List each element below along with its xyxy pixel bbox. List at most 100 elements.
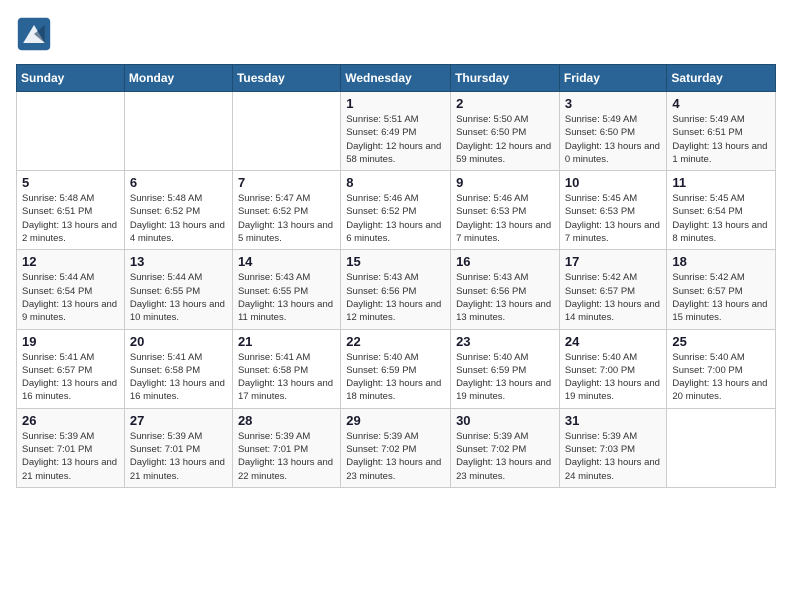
- day-info: Sunrise: 5:39 AM Sunset: 7:01 PM Dayligh…: [130, 430, 227, 483]
- day-number: 21: [238, 334, 335, 349]
- weekday-header-tuesday: Tuesday: [232, 65, 340, 92]
- day-info: Sunrise: 5:44 AM Sunset: 6:55 PM Dayligh…: [130, 271, 227, 324]
- day-number: 5: [22, 175, 119, 190]
- calendar-cell: [667, 408, 776, 487]
- weekday-header-thursday: Thursday: [451, 65, 560, 92]
- day-info: Sunrise: 5:49 AM Sunset: 6:51 PM Dayligh…: [672, 113, 770, 166]
- day-info: Sunrise: 5:48 AM Sunset: 6:52 PM Dayligh…: [130, 192, 227, 245]
- day-info: Sunrise: 5:43 AM Sunset: 6:56 PM Dayligh…: [456, 271, 554, 324]
- calendar-week-row: 26 Sunrise: 5:39 AM Sunset: 7:01 PM Dayli…: [17, 408, 776, 487]
- calendar-cell: 28 Sunrise: 5:39 AM Sunset: 7:01 PM Dayli…: [232, 408, 340, 487]
- day-info: Sunrise: 5:45 AM Sunset: 6:53 PM Dayligh…: [565, 192, 662, 245]
- calendar-table: SundayMondayTuesdayWednesdayThursdayFrid…: [16, 64, 776, 488]
- day-number: 16: [456, 254, 554, 269]
- day-info: Sunrise: 5:39 AM Sunset: 7:03 PM Dayligh…: [565, 430, 662, 483]
- calendar-week-row: 12 Sunrise: 5:44 AM Sunset: 6:54 PM Dayli…: [17, 250, 776, 329]
- day-number: 24: [565, 334, 662, 349]
- calendar-cell: 24 Sunrise: 5:40 AM Sunset: 7:00 PM Dayli…: [559, 329, 667, 408]
- day-info: Sunrise: 5:39 AM Sunset: 7:02 PM Dayligh…: [456, 430, 554, 483]
- calendar-body: 1 Sunrise: 5:51 AM Sunset: 6:49 PM Daylig…: [17, 92, 776, 488]
- day-number: 10: [565, 175, 662, 190]
- day-number: 29: [346, 413, 445, 428]
- day-number: 12: [22, 254, 119, 269]
- day-number: 26: [22, 413, 119, 428]
- day-info: Sunrise: 5:40 AM Sunset: 7:00 PM Dayligh…: [565, 351, 662, 404]
- day-info: Sunrise: 5:47 AM Sunset: 6:52 PM Dayligh…: [238, 192, 335, 245]
- calendar-cell: [124, 92, 232, 171]
- calendar-week-row: 5 Sunrise: 5:48 AM Sunset: 6:51 PM Daylig…: [17, 171, 776, 250]
- day-number: 14: [238, 254, 335, 269]
- day-number: 1: [346, 96, 445, 111]
- day-number: 27: [130, 413, 227, 428]
- day-number: 11: [672, 175, 770, 190]
- day-info: Sunrise: 5:40 AM Sunset: 6:59 PM Dayligh…: [456, 351, 554, 404]
- day-info: Sunrise: 5:40 AM Sunset: 7:00 PM Dayligh…: [672, 351, 770, 404]
- day-info: Sunrise: 5:50 AM Sunset: 6:50 PM Dayligh…: [456, 113, 554, 166]
- weekday-header-row: SundayMondayTuesdayWednesdayThursdayFrid…: [17, 65, 776, 92]
- day-number: 4: [672, 96, 770, 111]
- logo: [16, 16, 56, 52]
- calendar-cell: 3 Sunrise: 5:49 AM Sunset: 6:50 PM Daylig…: [559, 92, 667, 171]
- day-number: 25: [672, 334, 770, 349]
- calendar-cell: 19 Sunrise: 5:41 AM Sunset: 6:57 PM Dayli…: [17, 329, 125, 408]
- calendar-cell: 20 Sunrise: 5:41 AM Sunset: 6:58 PM Dayli…: [124, 329, 232, 408]
- day-number: 22: [346, 334, 445, 349]
- day-info: Sunrise: 5:42 AM Sunset: 6:57 PM Dayligh…: [672, 271, 770, 324]
- day-info: Sunrise: 5:49 AM Sunset: 6:50 PM Dayligh…: [565, 113, 662, 166]
- calendar-cell: 7 Sunrise: 5:47 AM Sunset: 6:52 PM Daylig…: [232, 171, 340, 250]
- calendar-cell: 4 Sunrise: 5:49 AM Sunset: 6:51 PM Daylig…: [667, 92, 776, 171]
- day-info: Sunrise: 5:41 AM Sunset: 6:58 PM Dayligh…: [238, 351, 335, 404]
- day-info: Sunrise: 5:46 AM Sunset: 6:53 PM Dayligh…: [456, 192, 554, 245]
- day-number: 30: [456, 413, 554, 428]
- day-number: 13: [130, 254, 227, 269]
- calendar-cell: 27 Sunrise: 5:39 AM Sunset: 7:01 PM Dayli…: [124, 408, 232, 487]
- day-number: 31: [565, 413, 662, 428]
- calendar-cell: 18 Sunrise: 5:42 AM Sunset: 6:57 PM Dayli…: [667, 250, 776, 329]
- weekday-header-monday: Monday: [124, 65, 232, 92]
- calendar-cell: 30 Sunrise: 5:39 AM Sunset: 7:02 PM Dayli…: [451, 408, 560, 487]
- day-number: 15: [346, 254, 445, 269]
- weekday-header-saturday: Saturday: [667, 65, 776, 92]
- day-number: 17: [565, 254, 662, 269]
- calendar-cell: 26 Sunrise: 5:39 AM Sunset: 7:01 PM Dayli…: [17, 408, 125, 487]
- day-info: Sunrise: 5:39 AM Sunset: 7:01 PM Dayligh…: [22, 430, 119, 483]
- weekday-header-wednesday: Wednesday: [341, 65, 451, 92]
- day-info: Sunrise: 5:41 AM Sunset: 6:58 PM Dayligh…: [130, 351, 227, 404]
- day-number: 3: [565, 96, 662, 111]
- calendar-cell: 23 Sunrise: 5:40 AM Sunset: 6:59 PM Dayli…: [451, 329, 560, 408]
- day-number: 18: [672, 254, 770, 269]
- calendar-cell: 5 Sunrise: 5:48 AM Sunset: 6:51 PM Daylig…: [17, 171, 125, 250]
- weekday-header-sunday: Sunday: [17, 65, 125, 92]
- day-number: 23: [456, 334, 554, 349]
- calendar-cell: 17 Sunrise: 5:42 AM Sunset: 6:57 PM Dayli…: [559, 250, 667, 329]
- calendar-cell: 8Sunrise: 5:46 AM Sunset: 6:52 PM Daylig…: [341, 171, 451, 250]
- calendar-cell: 22 Sunrise: 5:40 AM Sunset: 6:59 PM Dayli…: [341, 329, 451, 408]
- calendar-cell: 31 Sunrise: 5:39 AM Sunset: 7:03 PM Dayli…: [559, 408, 667, 487]
- day-info: Sunrise: 5:42 AM Sunset: 6:57 PM Dayligh…: [565, 271, 662, 324]
- day-number: 9: [456, 175, 554, 190]
- day-number: 20: [130, 334, 227, 349]
- calendar-cell: 14 Sunrise: 5:43 AM Sunset: 6:55 PM Dayli…: [232, 250, 340, 329]
- day-number: 19: [22, 334, 119, 349]
- calendar-week-row: 1 Sunrise: 5:51 AM Sunset: 6:49 PM Daylig…: [17, 92, 776, 171]
- day-info: Sunrise: 5:40 AM Sunset: 6:59 PM Dayligh…: [346, 351, 445, 404]
- calendar-week-row: 19 Sunrise: 5:41 AM Sunset: 6:57 PM Dayli…: [17, 329, 776, 408]
- day-number: 8: [346, 175, 445, 190]
- calendar-cell: 16 Sunrise: 5:43 AM Sunset: 6:56 PM Dayli…: [451, 250, 560, 329]
- day-number: 28: [238, 413, 335, 428]
- day-info: Sunrise: 5:43 AM Sunset: 6:55 PM Dayligh…: [238, 271, 335, 324]
- calendar-cell: 25 Sunrise: 5:40 AM Sunset: 7:00 PM Dayli…: [667, 329, 776, 408]
- day-info: Sunrise: 5:45 AM Sunset: 6:54 PM Dayligh…: [672, 192, 770, 245]
- day-number: 7: [238, 175, 335, 190]
- day-info: Sunrise: 5:51 AM Sunset: 6:49 PM Dayligh…: [346, 113, 445, 166]
- calendar-cell: 12 Sunrise: 5:44 AM Sunset: 6:54 PM Dayli…: [17, 250, 125, 329]
- day-info: Sunrise: 5:39 AM Sunset: 7:01 PM Dayligh…: [238, 430, 335, 483]
- calendar-cell: 9 Sunrise: 5:46 AM Sunset: 6:53 PM Daylig…: [451, 171, 560, 250]
- calendar-cell: [17, 92, 125, 171]
- day-info: Sunrise: 5:44 AM Sunset: 6:54 PM Dayligh…: [22, 271, 119, 324]
- day-info: Sunrise: 5:41 AM Sunset: 6:57 PM Dayligh…: [22, 351, 119, 404]
- weekday-header-friday: Friday: [559, 65, 667, 92]
- day-info: Sunrise: 5:39 AM Sunset: 7:02 PM Dayligh…: [346, 430, 445, 483]
- day-info: Sunrise: 5:48 AM Sunset: 6:51 PM Dayligh…: [22, 192, 119, 245]
- calendar-cell: 1 Sunrise: 5:51 AM Sunset: 6:49 PM Daylig…: [341, 92, 451, 171]
